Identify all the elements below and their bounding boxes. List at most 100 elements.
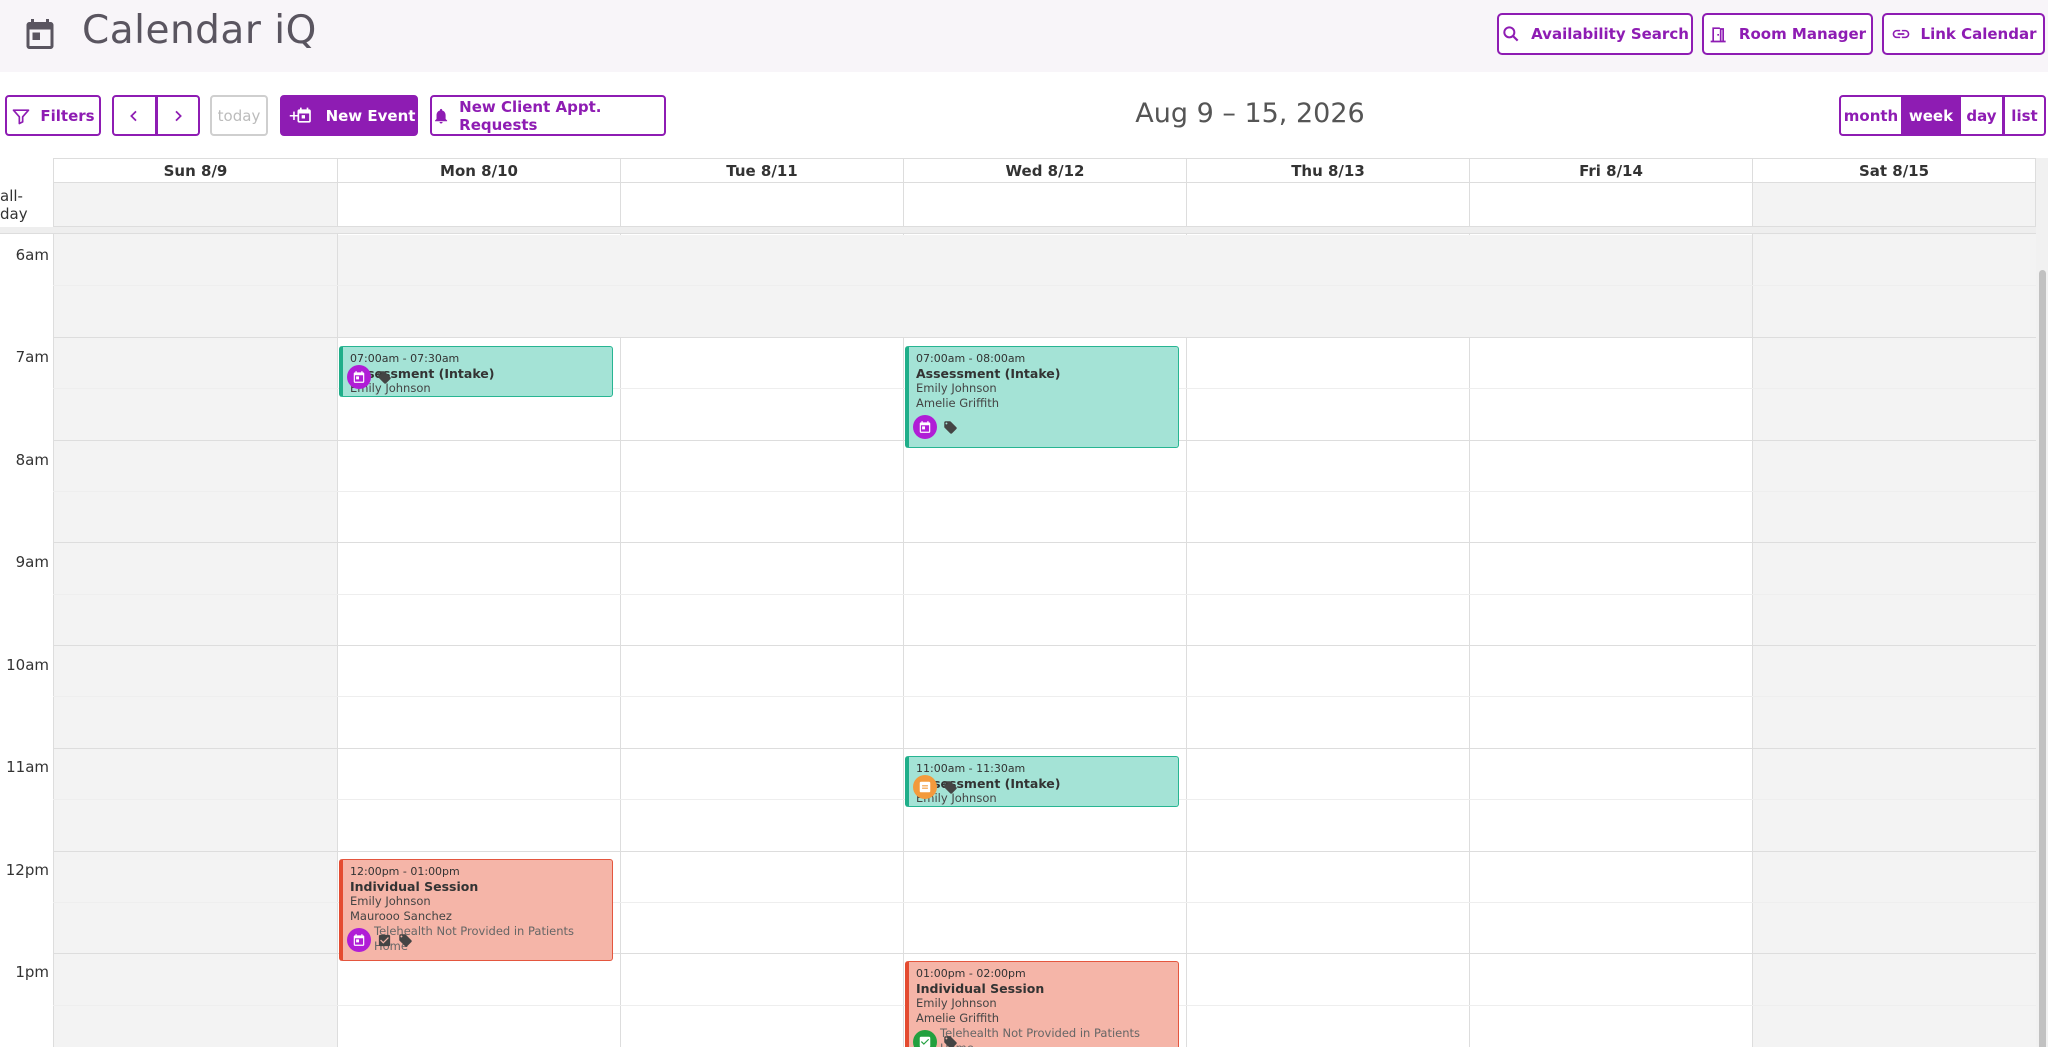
calendar-scroll-thumb[interactable] <box>2039 270 2046 1047</box>
appointment-status-badge[interactable] <box>913 775 937 799</box>
all-day-cell[interactable] <box>1752 183 2036 227</box>
day-column-fri[interactable] <box>1469 234 1752 1047</box>
all-day-divider <box>0 227 2036 234</box>
add-calendar-icon: + <box>288 107 311 124</box>
day-header-sat: Sat 8/15 <box>1752 158 2036 183</box>
event-assessment-intake[interactable]: 11:00am - 11:30am Assessment (Intake) Em… <box>905 756 1179 807</box>
link-calendar-label: Link Calendar <box>1920 25 2037 43</box>
appointment-status-badge[interactable] <box>347 928 371 952</box>
hour-line <box>53 851 2036 852</box>
view-week-button[interactable]: week <box>1903 95 1960 136</box>
off-hours-shade <box>338 235 1752 337</box>
new-client-requests-label: New Client Appt. Requests <box>459 97 602 134</box>
app-header: Calendar iQ Availability Search Room Man… <box>0 0 2048 72</box>
event-person: Maurooo Sanchez <box>350 909 452 923</box>
event-person: Amelie Griffith <box>916 396 1000 410</box>
appointment-status-badge[interactable] <box>913 1030 937 1047</box>
day-header-thu: Thu 8/13 <box>1186 158 1469 183</box>
appointment-status-badge[interactable] <box>913 415 937 439</box>
event-icons <box>347 365 392 389</box>
event-time: 12:00pm - 01:00pm <box>350 865 460 878</box>
hour-line <box>53 645 2036 646</box>
date-navigation <box>112 95 200 136</box>
view-day-button[interactable]: day <box>1960 95 2004 136</box>
time-label: 7am <box>15 348 49 366</box>
new-event-button[interactable]: + New Event <box>280 95 418 136</box>
slot-line <box>53 594 2036 595</box>
day-header-sun: Sun 8/9 <box>53 158 337 183</box>
tag-icon <box>399 933 412 947</box>
calendar-icon <box>353 371 365 383</box>
event-assessment-intake[interactable]: 07:00am - 08:00am Assessment (Intake) Em… <box>905 346 1179 448</box>
all-day-cell[interactable] <box>903 183 1186 227</box>
today-button[interactable]: today <box>210 95 268 136</box>
tag-icon <box>944 780 957 794</box>
event-person: Emily Johnson <box>916 996 997 1010</box>
event-time: 07:00am - 08:00am <box>916 352 1026 365</box>
prev-button[interactable] <box>112 95 157 136</box>
day-column-tue[interactable] <box>620 234 903 1047</box>
day-column-sun[interactable] <box>53 234 337 1047</box>
event-title: Assessment (Intake) <box>916 366 1061 381</box>
all-day-cell[interactable] <box>1469 183 1752 227</box>
time-label: 12pm <box>5 861 49 879</box>
slot-line <box>53 491 2036 492</box>
hour-line <box>53 748 2036 749</box>
chevron-right-icon <box>175 110 182 121</box>
event-icons <box>913 775 958 799</box>
availability-search-button[interactable]: Availability Search <box>1497 13 1693 55</box>
tag-icon <box>944 1035 957 1047</box>
event-icons <box>347 928 413 952</box>
availability-search-label: Availability Search <box>1531 25 1689 43</box>
all-day-cell[interactable] <box>620 183 903 227</box>
all-day-cell[interactable] <box>1186 183 1469 227</box>
slot-line <box>53 696 2036 697</box>
all-day-cell[interactable] <box>53 183 337 227</box>
event-time: 11:00am - 11:30am <box>916 762 1026 775</box>
event-assessment-intake[interactable]: 07:00am - 07:30am Assessment (Intake) Em… <box>339 346 613 397</box>
door-icon <box>1710 27 1726 43</box>
chevron-left-icon <box>130 110 137 121</box>
event-time: 01:00pm - 02:00pm <box>916 967 1026 980</box>
checkbox-icon <box>378 934 391 946</box>
link-calendar-button[interactable]: Link Calendar <box>1882 13 2045 55</box>
link-icon <box>1892 29 1909 39</box>
today-label: today <box>217 106 261 125</box>
all-day-label: all-day <box>0 187 28 223</box>
filter-icon <box>13 108 30 124</box>
event-individual-session[interactable]: 12:00pm - 01:00pm Individual Session Emi… <box>339 859 613 961</box>
time-label: 1pm <box>15 963 49 981</box>
tag-icon <box>378 370 391 384</box>
week-calendar-grid: Sun 8/9 Mon 8/10 Tue 8/11 Wed 8/12 Thu 8… <box>0 158 2048 1047</box>
new-client-requests-button[interactable]: New Client Appt. Requests <box>430 95 666 136</box>
search-icon <box>1503 26 1519 42</box>
calendar-icon <box>919 421 931 433</box>
event-icons <box>913 415 958 439</box>
day-column-sat[interactable] <box>1752 234 2036 1047</box>
room-manager-button[interactable]: Room Manager <box>1702 13 1873 55</box>
hour-line <box>53 337 2036 338</box>
view-switcher: month week day list <box>1839 95 2046 136</box>
time-label: 6am <box>15 246 49 264</box>
app-title: Calendar iQ <box>82 8 317 53</box>
check-icon <box>919 1036 931 1047</box>
day-header-tue: Tue 8/11 <box>620 158 903 183</box>
time-label: 10am <box>6 656 49 674</box>
room-manager-label: Room Manager <box>1738 25 1867 43</box>
view-list-button[interactable]: list <box>2004 95 2046 136</box>
time-label: 9am <box>15 553 49 571</box>
day-column-thu[interactable] <box>1186 234 1469 1047</box>
all-day-cell[interactable] <box>337 183 620 227</box>
appointment-status-badge[interactable] <box>347 365 371 389</box>
next-button[interactable] <box>156 95 200 136</box>
slot-line <box>53 285 2036 286</box>
day-header-mon: Mon 8/10 <box>337 158 620 183</box>
calendar-icon <box>26 19 54 49</box>
event-title: Individual Session <box>916 981 1045 996</box>
view-month-button[interactable]: month <box>1839 95 1903 136</box>
filters-button[interactable]: Filters <box>5 95 101 136</box>
tag-icon <box>944 420 957 434</box>
event-person: Emily Johnson <box>350 894 431 908</box>
event-individual-session[interactable]: 01:00pm - 02:00pm Individual Session Emi… <box>905 961 1179 1047</box>
day-header-fri: Fri 8/14 <box>1469 158 1752 183</box>
